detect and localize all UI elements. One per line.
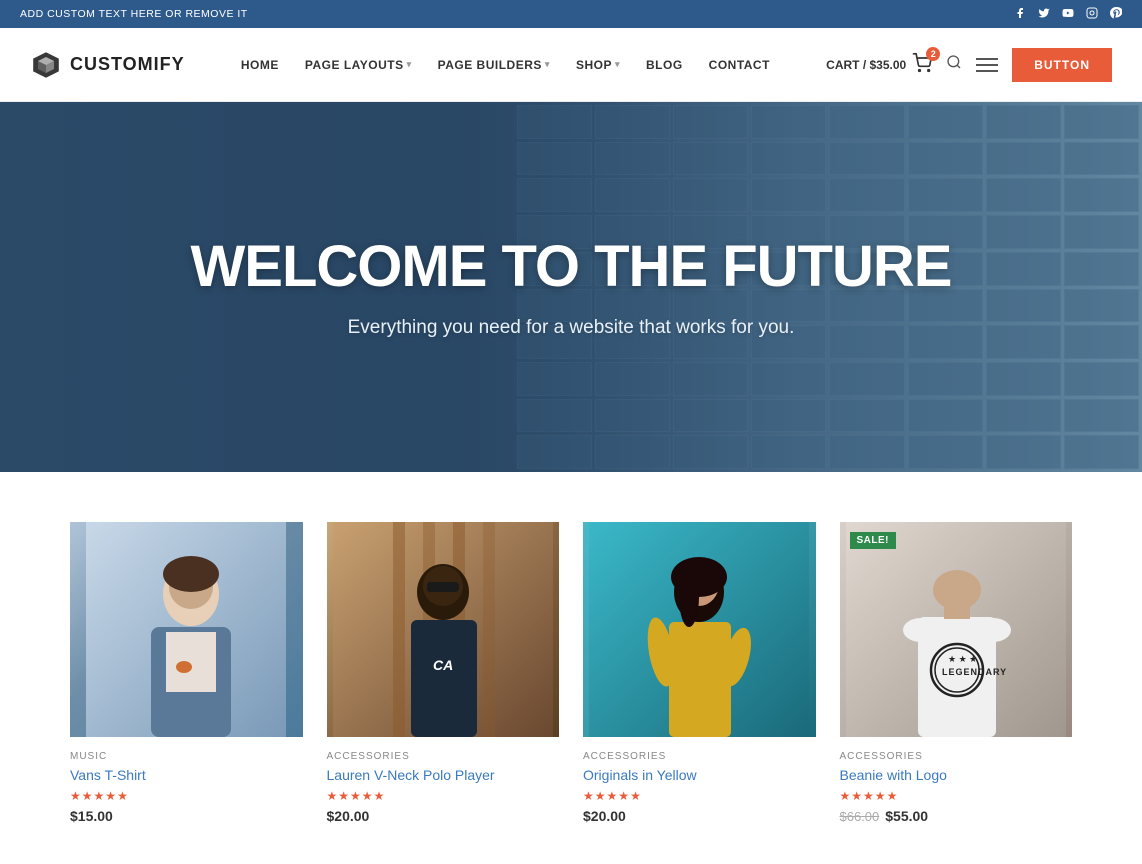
- search-button[interactable]: [946, 54, 962, 75]
- main-nav: HOME PAGE LAYOUTS ▾ PAGE BUILDERS ▾ SHOP…: [231, 50, 780, 80]
- social-icons: [1014, 7, 1122, 22]
- cart-icon-wrap: 2: [912, 53, 932, 76]
- product-1-price-area: $15.00: [70, 808, 303, 824]
- cart-badge: 2: [926, 47, 940, 61]
- shop-chevron-icon: ▾: [615, 59, 620, 70]
- product-1-price: $15.00: [70, 808, 113, 824]
- header-right: CART / $35.00 2 BUTTON: [826, 48, 1112, 82]
- product-image-3: [583, 522, 816, 737]
- product-4-price-old: $66.00: [840, 809, 880, 824]
- svg-text:★ ★ ★: ★ ★ ★: [948, 654, 977, 664]
- product-2-name[interactable]: Lauren V-Neck Polo Player: [327, 767, 560, 783]
- product-card-4[interactable]: ★ ★ ★ LEGENDARY SALE! ACCESSORIES Beanie…: [840, 522, 1073, 824]
- product-card-3[interactable]: ACCESSORIES Originals in Yellow ★★★★★ $2…: [583, 522, 816, 824]
- product-4-category: ACCESSORIES: [840, 751, 1073, 762]
- product-2-stars: ★★★★★: [327, 789, 560, 803]
- product-1-name[interactable]: Vans T-Shirt: [70, 767, 303, 783]
- product-card-1[interactable]: MUSIC Vans T-Shirt ★★★★★ $15.00: [70, 522, 303, 824]
- header: CUSTOMIFY HOME PAGE LAYOUTS ▾ PAGE BUILD…: [0, 28, 1142, 102]
- svg-text:CA: CA: [433, 657, 453, 673]
- product-image-4: ★ ★ ★ LEGENDARY SALE!: [840, 522, 1073, 737]
- nav-contact[interactable]: CONTACT: [699, 50, 780, 80]
- product-4-price-new: $55.00: [885, 808, 928, 824]
- nav-shop[interactable]: SHOP ▾: [566, 50, 630, 80]
- cart-button[interactable]: CART / $35.00 2: [826, 53, 932, 76]
- page-builders-chevron-icon: ▾: [545, 59, 550, 70]
- hero-content: WELCOME TO THE FUTURE Everything you nee…: [0, 102, 1142, 472]
- product-1-category: MUSIC: [70, 751, 303, 762]
- twitter-icon[interactable]: [1038, 7, 1050, 22]
- product-3-category: ACCESSORIES: [583, 751, 816, 762]
- hero-title: WELCOME TO THE FUTURE: [191, 235, 952, 299]
- hero-subtitle: Everything you need for a website that w…: [348, 317, 795, 339]
- product-3-name[interactable]: Originals in Yellow: [583, 767, 816, 783]
- cart-label: CART / $35.00: [826, 58, 906, 72]
- product-3-price-area: $20.00: [583, 808, 816, 824]
- hamburger-menu[interactable]: [976, 58, 998, 72]
- product-3-stars: ★★★★★: [583, 789, 816, 803]
- product-1-stars: ★★★★★: [70, 789, 303, 803]
- product-image-1: [70, 522, 303, 737]
- page-layouts-chevron-icon: ▾: [407, 59, 412, 70]
- product-2-category: ACCESSORIES: [327, 751, 560, 762]
- product-card-2[interactable]: CA ACCESSORIES Lauren V-Neck Polo Player…: [327, 522, 560, 824]
- product-4-price-area: $66.00 $55.00: [840, 808, 1073, 824]
- facebook-icon[interactable]: [1014, 7, 1026, 22]
- logo[interactable]: CUSTOMIFY: [30, 49, 185, 81]
- products-section: MUSIC Vans T-Shirt ★★★★★ $15.00: [0, 472, 1142, 864]
- header-cta-button[interactable]: BUTTON: [1012, 48, 1112, 82]
- product-2-price: $20.00: [327, 808, 370, 824]
- product-2-price-area: $20.00: [327, 808, 560, 824]
- svg-text:LEGENDARY: LEGENDARY: [942, 667, 1007, 677]
- nav-blog[interactable]: BLOG: [636, 50, 693, 80]
- product-4-stars: ★★★★★: [840, 789, 1073, 803]
- hero-section: // Generate grid cells inline via templa…: [0, 102, 1142, 472]
- product-4-name[interactable]: Beanie with Logo: [840, 767, 1073, 783]
- pinterest-icon[interactable]: [1110, 7, 1122, 22]
- product-3-price: $20.00: [583, 808, 626, 824]
- top-bar: ADD CUSTOM TEXT HERE OR REMOVE IT: [0, 0, 1142, 28]
- products-grid: MUSIC Vans T-Shirt ★★★★★ $15.00: [70, 522, 1072, 824]
- nav-page-builders[interactable]: PAGE BUILDERS ▾: [428, 50, 560, 80]
- product-image-2: CA: [327, 522, 560, 737]
- nav-home[interactable]: HOME: [231, 50, 289, 80]
- nav-page-layouts[interactable]: PAGE LAYOUTS ▾: [295, 50, 422, 80]
- logo-icon: [30, 49, 62, 81]
- instagram-icon[interactable]: [1086, 7, 1098, 22]
- youtube-icon[interactable]: [1062, 7, 1074, 22]
- product-4-sale-badge: SALE!: [850, 532, 897, 549]
- logo-text: CUSTOMIFY: [70, 54, 185, 75]
- top-bar-text: ADD CUSTOM TEXT HERE OR REMOVE IT: [20, 8, 248, 20]
